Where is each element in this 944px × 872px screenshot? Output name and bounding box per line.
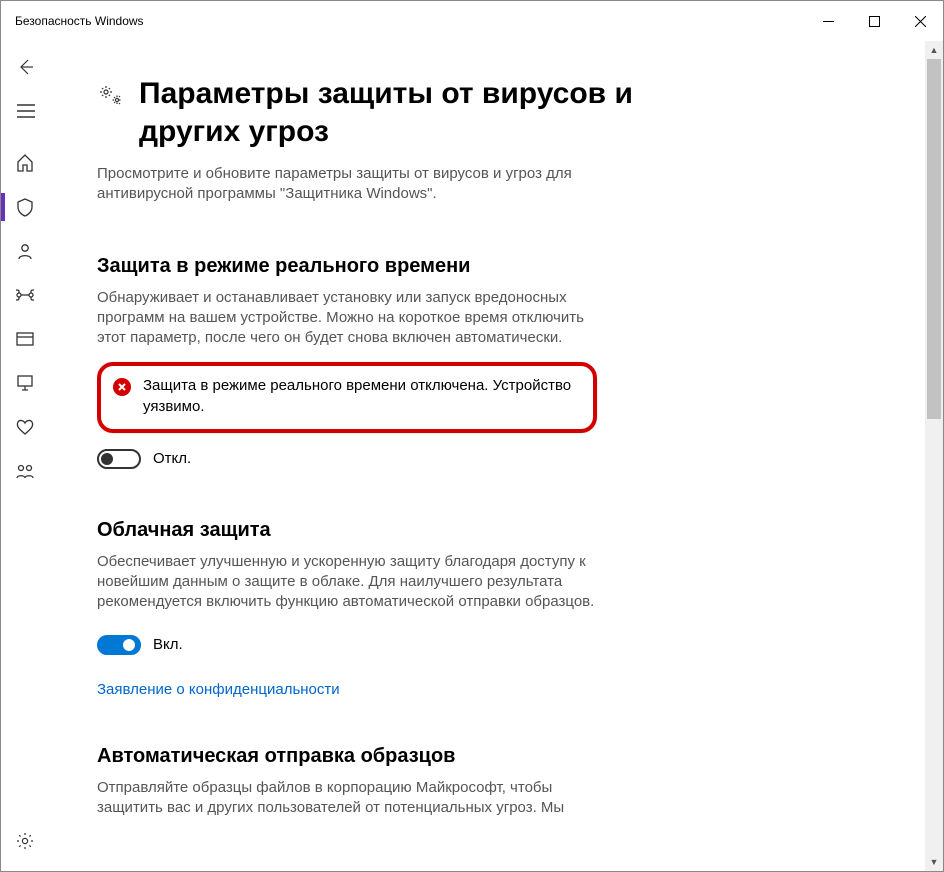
nav-settings[interactable]: [1, 819, 49, 863]
app-window: Безопасность Windows: [0, 0, 944, 872]
scroll-thumb[interactable]: [927, 59, 941, 419]
window-buttons: [805, 1, 943, 41]
close-button[interactable]: [897, 1, 943, 41]
section-realtime: Защита в режиме реального времени Обнару…: [97, 255, 607, 469]
app-body: Параметры защиты от вирусов и других угр…: [1, 41, 943, 871]
cloud-toggle-row: Вкл.: [97, 635, 607, 655]
back-button[interactable]: [1, 45, 49, 89]
cloud-desc: Обеспечивает улучшенную и ускоренную защ…: [97, 552, 607, 613]
realtime-toggle[interactable]: [97, 449, 141, 469]
titlebar: Безопасность Windows: [1, 1, 943, 41]
scrollbar[interactable]: ▲ ▼: [925, 41, 943, 871]
minimize-button[interactable]: [805, 1, 851, 41]
page-header: Параметры защиты от вирусов и других угр…: [97, 75, 925, 150]
page-title: Параметры защиты от вирусов и других угр…: [139, 75, 659, 150]
realtime-heading: Защита в режиме реального времени: [97, 255, 607, 278]
gears-icon: [97, 83, 125, 112]
scroll-down-button[interactable]: ▼: [925, 853, 943, 871]
realtime-warning: Защита в режиме реального времени отключ…: [97, 362, 597, 433]
nav-rail: [1, 41, 49, 871]
nav-family-options[interactable]: [1, 449, 49, 493]
section-autosubmit: Автоматическая отправка образцов Отправл…: [97, 745, 607, 819]
nav-firewall[interactable]: [1, 273, 49, 317]
window-title: Безопасность Windows: [15, 14, 144, 28]
scroll-up-button[interactable]: ▲: [925, 41, 943, 59]
autosubmit-desc: Отправляйте образцы файлов в корпорацию …: [97, 778, 607, 819]
page-intro: Просмотрите и обновите параметры защиты …: [97, 164, 607, 205]
realtime-desc: Обнаруживает и останавливает установку и…: [97, 288, 607, 349]
nav-app-browser[interactable]: [1, 317, 49, 361]
realtime-toggle-label: Откл.: [153, 450, 191, 467]
maximize-button[interactable]: [851, 1, 897, 41]
autosubmit-heading: Автоматическая отправка образцов: [97, 745, 607, 768]
nav-device-security[interactable]: [1, 361, 49, 405]
hamburger-button[interactable]: [1, 89, 49, 133]
realtime-warning-text: Защита в режиме реального времени отключ…: [143, 376, 577, 417]
cloud-heading: Облачная защита: [97, 519, 607, 542]
error-icon: [113, 378, 131, 396]
nav-account-protection[interactable]: [1, 229, 49, 273]
nav-device-health[interactable]: [1, 405, 49, 449]
cloud-toggle-label: Вкл.: [153, 636, 183, 653]
nav-home[interactable]: [1, 141, 49, 185]
cloud-toggle[interactable]: [97, 635, 141, 655]
privacy-link[interactable]: Заявление о конфиденциальности: [97, 681, 340, 698]
realtime-toggle-row: Откл.: [97, 449, 607, 469]
main-panel: Параметры защиты от вирусов и других угр…: [49, 41, 943, 871]
nav-virus-protection[interactable]: [1, 185, 49, 229]
section-cloud: Облачная защита Обеспечивает улучшенную …: [97, 519, 607, 699]
